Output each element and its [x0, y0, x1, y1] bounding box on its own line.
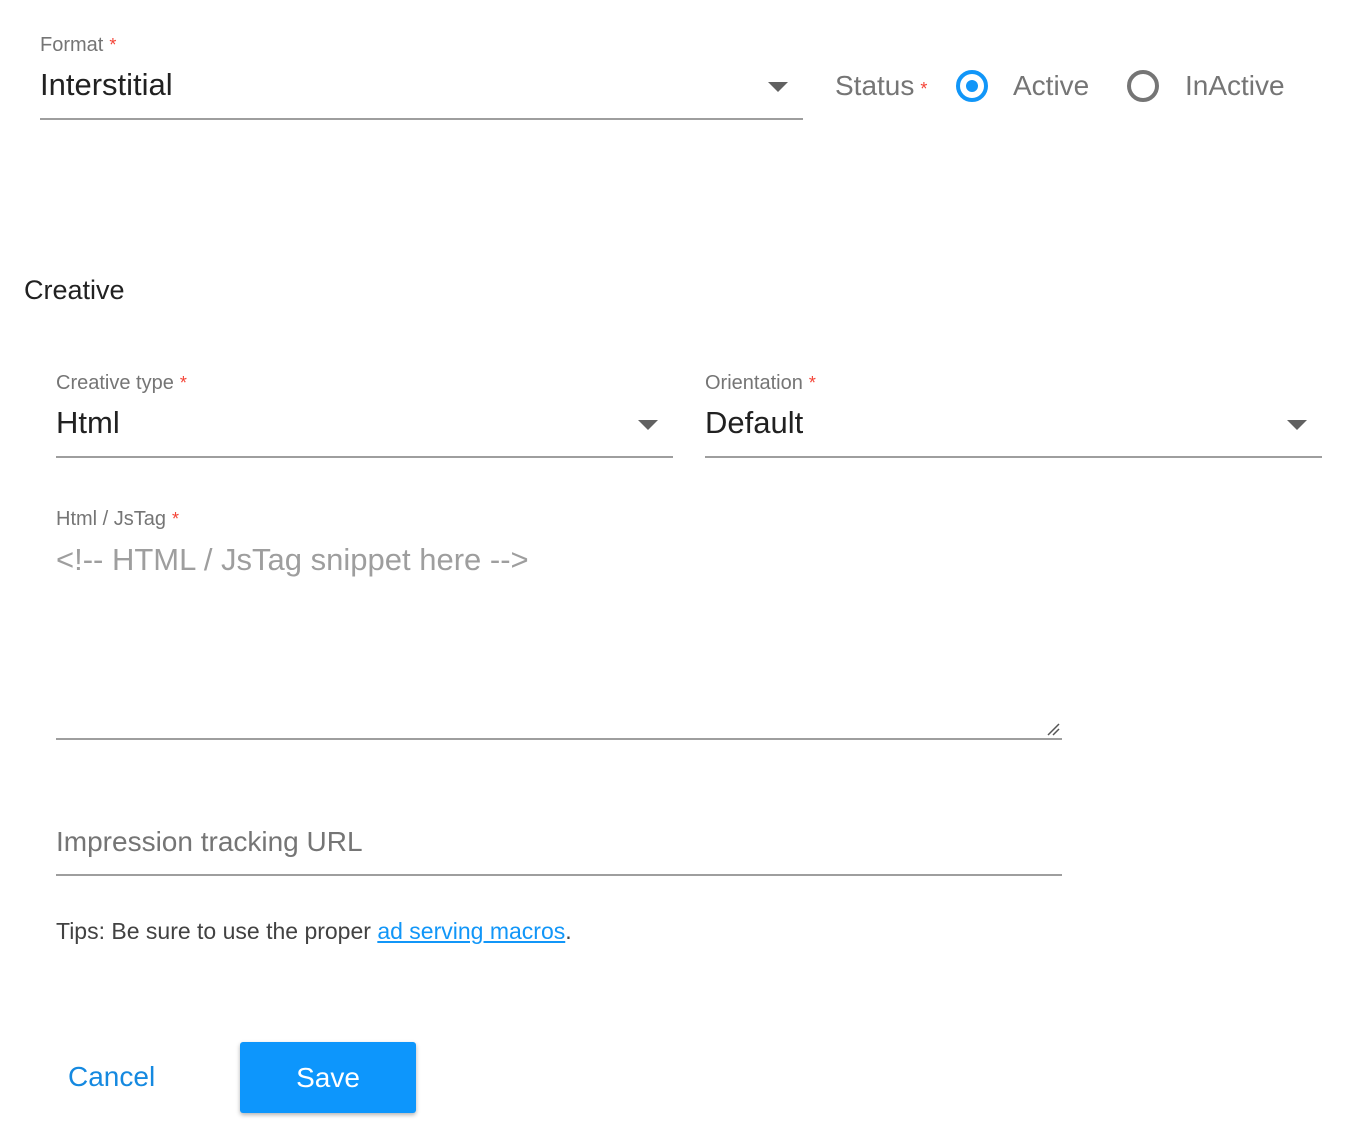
- orientation-field: Orientation *: [705, 372, 816, 395]
- creative-type-underline: [56, 456, 673, 458]
- html-tag-label: Html / JsTag: [56, 508, 167, 530]
- radio-inactive-label[interactable]: InActive: [1185, 70, 1285, 102]
- ad-serving-macros-link[interactable]: ad serving macros: [377, 918, 565, 944]
- cancel-button[interactable]: Cancel: [68, 1061, 155, 1093]
- creative-type-label: Creative type: [56, 372, 174, 394]
- radio-inactive[interactable]: [1127, 70, 1159, 102]
- chevron-down-icon[interactable]: [1287, 420, 1307, 430]
- format-label: Format: [40, 34, 104, 56]
- impression-url-input[interactable]: Impression tracking URL: [56, 826, 363, 858]
- chevron-down-icon[interactable]: [768, 82, 788, 92]
- orientation-label: Orientation: [705, 372, 803, 394]
- save-button[interactable]: Save: [240, 1042, 416, 1113]
- required-mark: *: [808, 373, 816, 393]
- radio-active[interactable]: [956, 70, 988, 102]
- tips-text: Tips: Be sure to use the proper ad servi…: [56, 918, 572, 945]
- creative-type-field: Creative type *: [56, 372, 187, 395]
- resize-handle-icon[interactable]: [1046, 722, 1060, 736]
- html-tag-underline: [56, 738, 1062, 740]
- required-mark: *: [172, 509, 180, 529]
- required-mark: *: [109, 35, 117, 55]
- tips-suffix: .: [565, 918, 572, 944]
- section-title-creative: Creative: [24, 275, 125, 305]
- html-tag-field: Html / JsTag *: [56, 508, 179, 531]
- format-select-value[interactable]: Interstitial: [40, 67, 173, 103]
- required-mark: *: [920, 79, 928, 99]
- format-field: Format *: [40, 34, 116, 57]
- creative-type-select-value[interactable]: Html: [56, 405, 120, 441]
- required-mark: *: [179, 373, 187, 393]
- format-underline: [40, 118, 803, 120]
- orientation-select-value[interactable]: Default: [705, 405, 803, 441]
- radio-active-label[interactable]: Active: [1013, 70, 1089, 102]
- impression-url-underline: [56, 874, 1062, 876]
- orientation-underline: [705, 456, 1322, 458]
- html-tag-textarea[interactable]: <!-- HTML / JsTag snippet here -->: [56, 542, 1056, 732]
- status-field: Status *: [835, 70, 927, 102]
- tips-prefix: Tips: Be sure to use the proper: [56, 918, 378, 944]
- status-label: Status: [835, 70, 915, 101]
- chevron-down-icon[interactable]: [638, 420, 658, 430]
